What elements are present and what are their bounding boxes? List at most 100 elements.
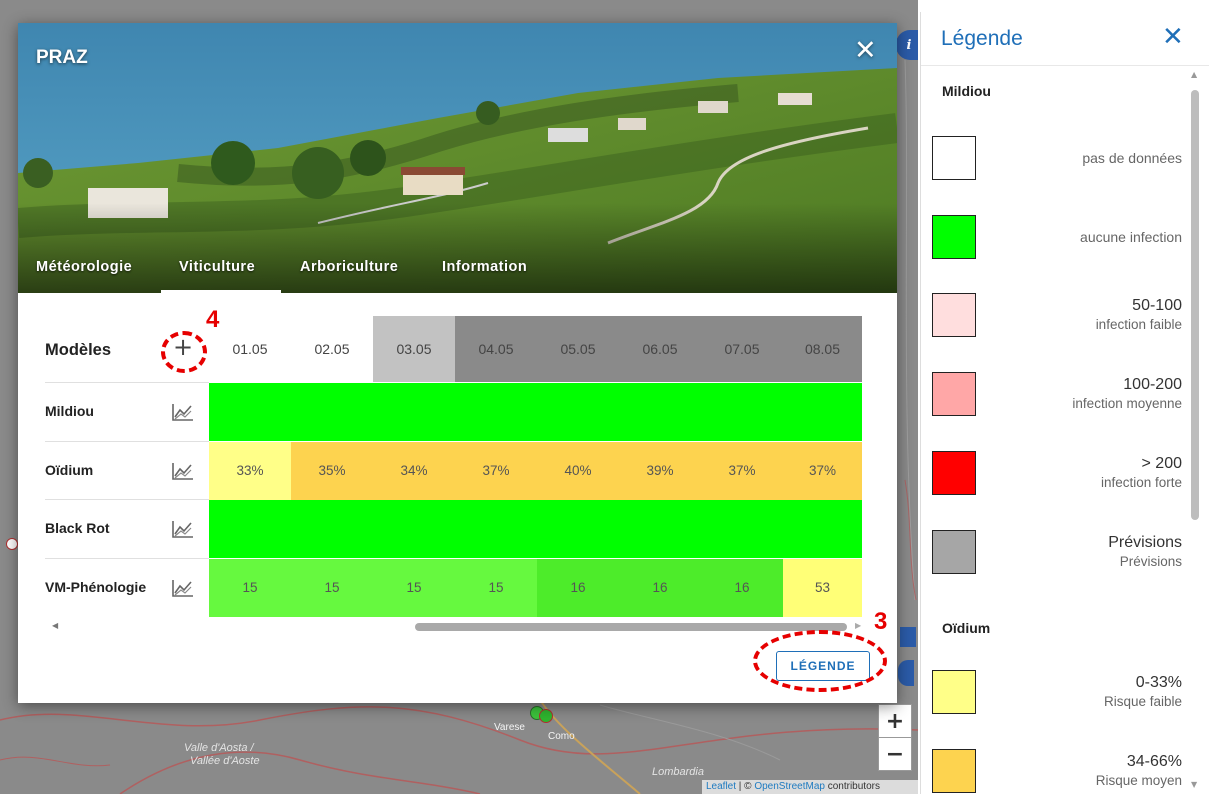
map-label-como: Como	[548, 731, 575, 742]
date-cell: 04.05	[455, 316, 537, 382]
model-value-cell[interactable]: 33%	[209, 441, 291, 500]
legend-item-label: 0-33%	[1135, 674, 1182, 691]
model-value-cell[interactable]	[291, 500, 373, 558]
model-value-cell[interactable]	[619, 383, 701, 441]
chart-icon[interactable]	[172, 579, 194, 597]
model-value-cell[interactable]: 53	[783, 558, 862, 617]
legend-swatch	[932, 670, 976, 714]
map-side-tab[interactable]	[898, 660, 914, 686]
tab-arboriculture[interactable]: Arboriculture	[300, 259, 398, 275]
model-value-cell[interactable]	[701, 500, 783, 558]
model-value-cell[interactable]	[537, 383, 619, 441]
map-side-tab[interactable]	[900, 627, 916, 647]
map-label-valle-aosta: Valle d'Aosta /	[184, 742, 254, 754]
legend-item: 50-100 infection faible	[932, 293, 1182, 339]
legend-close-icon[interactable]: ✕	[1162, 24, 1184, 50]
legend-section-mildiou: Mildiou	[942, 83, 991, 99]
model-value-cell[interactable]: 16	[537, 558, 619, 617]
legend-item-label: pas de données	[1082, 150, 1182, 166]
model-value-cell[interactable]	[291, 383, 373, 441]
attribution-separator: | ©	[736, 781, 755, 792]
model-value-cell[interactable]	[455, 383, 537, 441]
model-value-cell[interactable]: 16	[701, 558, 783, 617]
date-cell: 01.05	[209, 316, 291, 382]
map-label-vallee-aoste: Vallée d'Aoste	[190, 755, 260, 767]
model-value-cell[interactable]: 37%	[783, 441, 862, 500]
legend-section-oidium: Oïdium	[942, 620, 991, 636]
tab-meteorologie[interactable]: Météorologie	[36, 259, 132, 275]
model-value-cell[interactable]: 39%	[619, 441, 701, 500]
legend-item-label: 50-100	[1132, 297, 1182, 314]
chart-icon[interactable]	[172, 403, 194, 421]
station-title: PRAZ	[36, 47, 88, 68]
row-separator	[45, 382, 209, 383]
legend-header: Légende ✕	[921, 12, 1209, 66]
legend-item: 34-66% Risque moyen	[932, 749, 1182, 794]
date-cell: 02.05	[291, 316, 373, 382]
date-cell: 08.05	[783, 316, 862, 382]
annotation-number-4: 4	[206, 306, 220, 333]
station-marker[interactable]	[539, 709, 553, 723]
legend-swatch	[932, 136, 976, 180]
hero-image: PRAZ ✕ Météorologie Viticulture Arboricu…	[18, 23, 897, 293]
legend-item-label: 34-66%	[1126, 753, 1182, 770]
date-cell: 03.05	[373, 316, 455, 382]
model-value-cell[interactable]: 40%	[537, 441, 619, 500]
annotation-number-3: 3	[874, 608, 888, 635]
model-value-cell[interactable]	[209, 383, 291, 441]
station-marker[interactable]	[6, 538, 18, 550]
tab-information[interactable]: Information	[442, 259, 527, 275]
model-value-cell[interactable]	[619, 500, 701, 558]
tab-viticulture[interactable]: Viticulture	[179, 259, 255, 275]
table-scrollbar-thumb[interactable]	[415, 623, 847, 631]
model-value-cell[interactable]	[701, 383, 783, 441]
hero-landscape	[18, 23, 897, 293]
table-scrollbar[interactable]: ◀ ▶	[45, 619, 870, 633]
legend-item: 0-33% Risque faible	[932, 670, 1182, 716]
model-value-cell[interactable]: 15	[455, 558, 537, 617]
legend-item-label: aucune infection	[1080, 229, 1182, 245]
model-value-cell[interactable]: 37%	[701, 441, 783, 500]
row-separator	[45, 557, 209, 559]
model-value-cell[interactable]	[537, 500, 619, 558]
model-value-cell[interactable]: 34%	[373, 441, 455, 500]
model-value-cell[interactable]: 16	[619, 558, 701, 617]
station-modal: PRAZ ✕ Météorologie Viticulture Arboricu…	[18, 23, 897, 703]
model-value-cell[interactable]: 15	[373, 558, 455, 617]
date-cell: 06.05	[619, 316, 701, 382]
leaflet-link[interactable]: Leaflet	[706, 781, 736, 792]
model-value-cell[interactable]	[783, 500, 862, 558]
chart-icon[interactable]	[172, 462, 194, 480]
legend-swatch	[932, 293, 976, 337]
row-separator	[45, 440, 209, 442]
date-cell: 05.05	[537, 316, 619, 382]
info-icon[interactable]: i	[896, 30, 918, 60]
model-value-cell[interactable]: 37%	[455, 441, 537, 500]
legend-item: > 200 infection forte	[932, 451, 1182, 497]
chart-icon[interactable]	[172, 520, 194, 538]
model-value-cell[interactable]	[373, 383, 455, 441]
model-value-cell[interactable]: 35%	[291, 441, 373, 500]
model-value-cell[interactable]	[373, 500, 455, 558]
zoom-in-button[interactable]: +	[878, 704, 912, 738]
legend-swatch	[932, 451, 976, 495]
model-value-cell[interactable]	[455, 500, 537, 558]
legend-item-sublabel: infection faible	[1095, 317, 1182, 332]
model-value-cell[interactable]: 15	[209, 558, 291, 617]
scroll-right-icon[interactable]: ▶	[855, 621, 861, 630]
zoom-out-button[interactable]: −	[878, 737, 912, 771]
row-separator	[45, 499, 209, 500]
model-value-cell[interactable]: 15	[291, 558, 373, 617]
legend-title: Légende	[941, 27, 1023, 50]
legend-item-sublabel: infection forte	[1100, 475, 1182, 490]
model-value-cell[interactable]	[209, 500, 291, 558]
legend-scroll-up-icon[interactable]: ▲	[1191, 70, 1197, 79]
map-label-lombardia: Lombardia	[652, 766, 704, 778]
close-icon[interactable]: ✕	[854, 37, 877, 64]
osm-link[interactable]: OpenStreetMap	[754, 781, 825, 792]
map-attribution: Leaflet | © OpenStreetMap contributors	[702, 780, 918, 794]
legend-scrollbar-thumb[interactable]	[1191, 90, 1199, 520]
model-value-cell[interactable]	[783, 383, 862, 441]
scroll-left-icon[interactable]: ◀	[52, 621, 58, 630]
legend-scroll-down-icon[interactable]: ▼	[1191, 780, 1197, 789]
